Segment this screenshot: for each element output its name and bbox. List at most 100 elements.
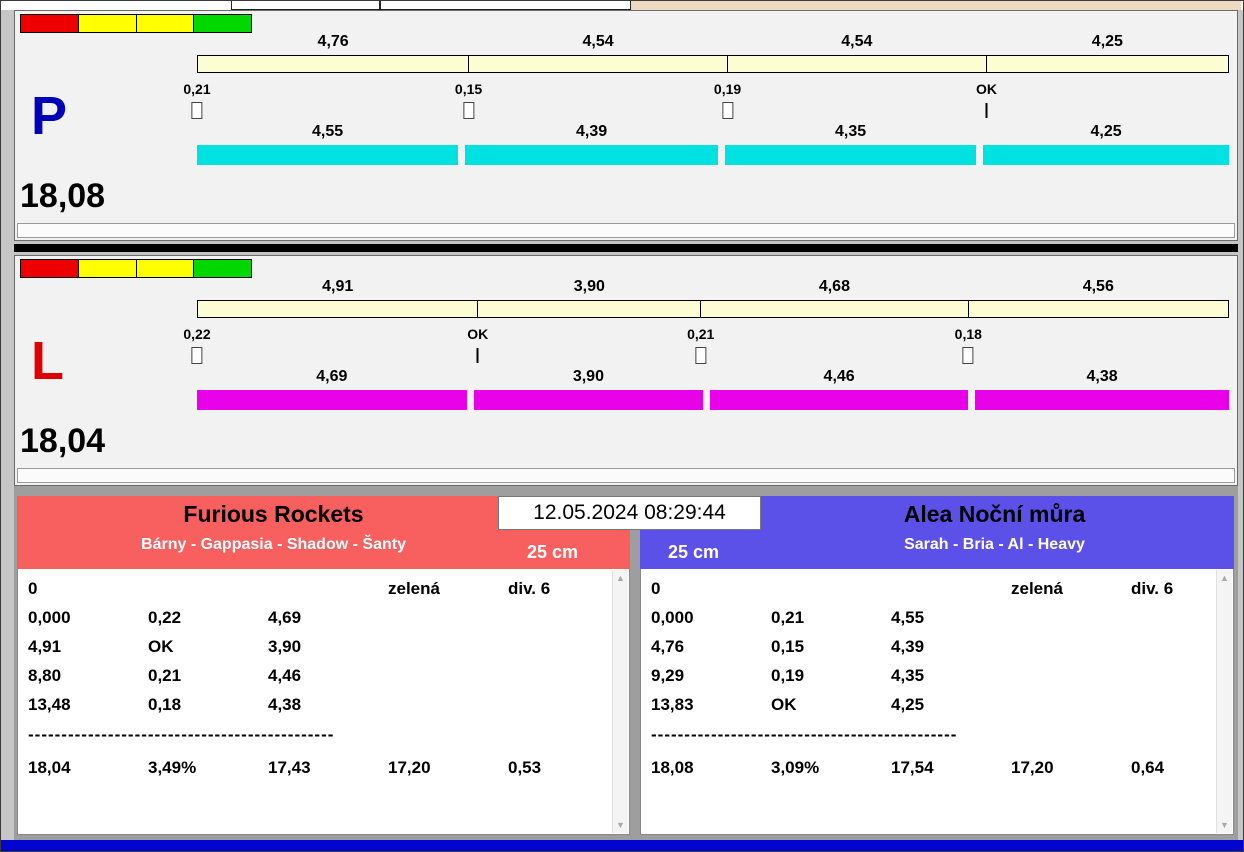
- team-panel-right: Alea Noční můra Sarah - Bria - Al - Heav…: [640, 496, 1234, 835]
- table-cell: 4,38: [268, 695, 388, 715]
- split-times-bar: 4,764,544,544,25: [197, 55, 1229, 73]
- table-cell: 4,25: [891, 695, 1011, 715]
- lap-time: 4,25: [983, 123, 1229, 145]
- split-segment: 4,54: [469, 56, 728, 72]
- table-cell: 4,69: [268, 608, 388, 628]
- scrollbar[interactable]: ▲ ▼: [612, 570, 628, 833]
- team-panel-left: Furious Rockets Bárny - Gappasia - Shado…: [17, 496, 630, 835]
- table-cell: zelená: [1011, 579, 1131, 599]
- table-cell: 0: [651, 579, 771, 599]
- table-row: 18,083,09%17,5417,200,64: [651, 753, 1207, 782]
- lap-time: 4,38: [975, 368, 1229, 390]
- change-box-icon: [192, 347, 203, 364]
- lap-bar-fill: [197, 390, 467, 410]
- table-row: 18,043,49%17,4317,200,53: [28, 753, 603, 782]
- lap-bars: 4,554,394,354,25: [197, 123, 1229, 165]
- lane-letter: P: [31, 89, 67, 143]
- table-cell: 4,55: [891, 608, 1011, 628]
- lap-bar: 4,25: [983, 123, 1229, 165]
- split-time: 4,54: [728, 33, 986, 51]
- scroll-down-icon[interactable]: ▼: [613, 817, 628, 833]
- scrollbar[interactable]: ▲ ▼: [1216, 570, 1232, 833]
- lap-bar: 4,38: [975, 368, 1229, 410]
- lap-time: 4,55: [197, 123, 458, 145]
- lap-time: 4,46: [710, 368, 968, 390]
- table-cell: 13,83: [651, 695, 771, 715]
- split-time: 4,76: [198, 33, 468, 51]
- scroll-down-icon[interactable]: ▼: [1217, 817, 1232, 833]
- table-cell: 0,22: [148, 608, 268, 628]
- lap-bar-fill: [474, 390, 703, 410]
- lane-total-time: 18,04: [20, 422, 105, 461]
- change-time: 0,15: [455, 81, 482, 99]
- separator-line: ----------------------------------------…: [651, 725, 1023, 745]
- lane-divider: [14, 241, 1238, 255]
- table-body: 0zelenádiv. 60,0000,224,694,91OK3,908,80…: [28, 574, 603, 782]
- lap-time: 4,39: [465, 123, 718, 145]
- jump-height: 25 cm: [527, 542, 578, 563]
- traffic-light-red-cell: [21, 15, 78, 32]
- table-cell: 0,64: [1131, 758, 1207, 778]
- lap-bar: 3,90: [474, 368, 703, 410]
- lane-panel-l: L 4,913,904,684,56 0,22OK0,210,18 4,693,…: [14, 255, 1238, 486]
- split-segment: 4,68: [701, 301, 968, 317]
- lap-bar: 4,46: [710, 368, 968, 410]
- table-cell: 3,90: [268, 637, 388, 657]
- traffic-light-red-cell: [21, 260, 78, 277]
- lap-bars: 4,69 3,90 4,46 4,38: [197, 368, 1229, 410]
- background-window-fragment-2: [380, 1, 631, 10]
- table-cell: 0,53: [508, 758, 603, 778]
- table-cell: 4,39: [891, 637, 1011, 657]
- split-time: 3,90: [478, 278, 700, 296]
- change-marker: 0,18: [955, 326, 982, 364]
- table-row: 0,0000,224,69: [28, 603, 603, 632]
- team-results-table: 0zelenádiv. 60,0000,224,694,91OK3,908,80…: [17, 569, 630, 835]
- lap-bar-fill: [710, 390, 968, 410]
- table-row: 13,480,184,38: [28, 690, 603, 719]
- split-time: 4,68: [701, 278, 967, 296]
- table-cell: 0,15: [771, 637, 891, 657]
- table-cell: 17,20: [388, 758, 508, 778]
- table-cell: 17,43: [268, 758, 388, 778]
- change-time: 0,22: [183, 326, 210, 344]
- split-time: 4,25: [987, 33, 1228, 51]
- lap-bar-fill: [725, 145, 976, 165]
- change-time: 0,19: [714, 81, 741, 99]
- table-cell: 17,20: [1011, 758, 1131, 778]
- change-time: 0,21: [183, 81, 210, 99]
- table-cell: 13,48: [28, 695, 148, 715]
- change-markers: 0,210,150,19OK: [197, 81, 1229, 125]
- table-cell: 4,76: [651, 637, 771, 657]
- lap-bar: 4,39: [465, 123, 718, 165]
- change-box-icon: [695, 347, 706, 364]
- main-content: P 4,764,544,544,25 0,210,150,19OK 4,554,…: [14, 10, 1238, 841]
- ok-tick-icon: [986, 103, 988, 118]
- background-window-edge: [631, 1, 1241, 10]
- table-cell: 3,09%: [771, 758, 891, 778]
- change-time: OK: [976, 81, 997, 99]
- change-marker: 0,19: [714, 81, 741, 119]
- table-cell: 0,000: [28, 608, 148, 628]
- taskbar-strip: [1, 840, 1243, 851]
- split-segment: 4,76: [198, 56, 469, 72]
- table-cell: div. 6: [508, 579, 603, 599]
- table-cell: 3,49%: [148, 758, 268, 778]
- app-window: P 4,764,544,544,25 0,210,150,19OK 4,554,…: [0, 0, 1244, 852]
- scroll-up-icon[interactable]: ▲: [1217, 570, 1232, 586]
- table-row: 4,91OK3,90: [28, 632, 603, 661]
- lane-bars: 4,764,544,544,25 0,210,150,19OK 4,554,39…: [197, 11, 1229, 181]
- table-cell: 18,08: [651, 758, 771, 778]
- table-cell: 0,19: [771, 666, 891, 686]
- split-times-bar: 4,913,904,684,56: [197, 300, 1229, 318]
- lap-time: 3,90: [474, 368, 703, 390]
- separator-line: ----------------------------------------…: [28, 725, 400, 745]
- change-markers: 0,22OK0,210,18: [197, 326, 1229, 370]
- lap-bar: 4,69: [197, 368, 467, 410]
- lane-status-strip: [17, 223, 1235, 238]
- table-cell: OK: [771, 695, 891, 715]
- change-time: 0,18: [955, 326, 982, 344]
- scroll-up-icon[interactable]: ▲: [613, 570, 628, 586]
- table-cell: div. 6: [1131, 579, 1207, 599]
- team-results-table: 0zelenádiv. 60,0000,214,554,760,154,399,…: [640, 569, 1234, 835]
- lap-time: 4,69: [197, 368, 467, 390]
